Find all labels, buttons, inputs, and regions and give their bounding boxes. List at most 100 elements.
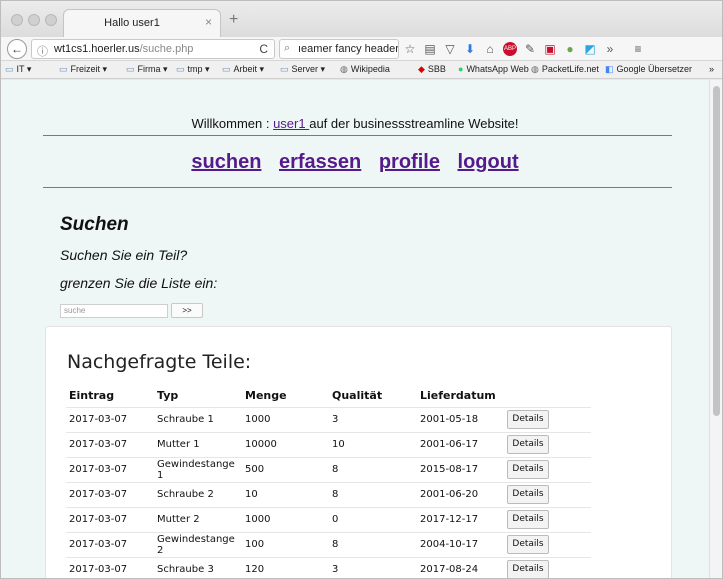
url-host: wt1cs1.hoerler.us	[54, 43, 140, 55]
folder-icon: ▭	[222, 64, 231, 74]
search-submit-button[interactable]: >>	[171, 303, 203, 318]
bookmark-star-icon[interactable]: ☆	[403, 42, 417, 56]
user-link[interactable]: user1	[273, 116, 309, 131]
tab-close-icon[interactable]: ×	[205, 15, 212, 29]
home-icon[interactable]: ⌂	[483, 42, 497, 56]
zoom-window-icon[interactable]	[45, 14, 57, 26]
bookmarks-overflow-icon[interactable]: »	[709, 64, 714, 74]
bookmark-freizeit[interactable]: ▭ Freizeit ▾	[59, 64, 107, 75]
pocket-icon[interactable]: ▽	[443, 42, 457, 56]
cell-typ: Gewindestange 1	[154, 457, 242, 483]
whatsapp-icon: ●	[458, 64, 464, 74]
browser-tab[interactable]: Hallo user1 ×	[63, 9, 221, 37]
details-button[interactable]: Details	[507, 485, 549, 504]
search-hint: grenzen Sie die Liste ein:	[60, 275, 218, 291]
info-icon[interactable]: ⓘ	[37, 43, 48, 59]
url-bar[interactable]: ⓘ wt1cs1.hoerler.us/suche.php C	[31, 39, 275, 59]
cell-actions: Details	[504, 482, 591, 508]
cell-qualitaet: 8	[329, 457, 417, 483]
reload-icon[interactable]: C	[259, 42, 268, 56]
column-header-actions	[504, 385, 591, 408]
details-button[interactable]: Details	[507, 460, 549, 479]
cell-eintrag: 2017-03-07	[66, 432, 154, 458]
search-input[interactable]: suche	[60, 304, 168, 318]
bookmark-server[interactable]: ▭ Server ▾	[280, 64, 325, 75]
bookmark-packetlife[interactable]: ◍ PacketLife.net	[531, 64, 599, 75]
cell-typ: Mutter 2	[154, 507, 242, 533]
divider	[43, 187, 672, 188]
cell-lieferdatum: 2017-12-17	[417, 507, 504, 533]
hamburger-menu-icon[interactable]: ≡	[631, 42, 645, 56]
details-button[interactable]: Details	[507, 410, 549, 429]
minimize-window-icon[interactable]	[28, 14, 40, 26]
cell-eintrag: 2017-03-07	[66, 482, 154, 508]
cell-typ: Schraube 2	[154, 482, 242, 508]
globe-icon: ◍	[531, 64, 539, 74]
bookmark-google-translate[interactable]: ◧ Google Übersetzer	[605, 64, 692, 75]
browser-search-bar[interactable]: ⌕ ıeamer fancy header →	[279, 39, 399, 59]
details-button[interactable]: Details	[507, 535, 549, 554]
cell-eintrag: 2017-03-07	[66, 532, 154, 558]
nav-logout[interactable]: logout	[458, 151, 519, 174]
nav-suchen[interactable]: suchen	[191, 151, 261, 174]
folder-icon: ▭	[59, 64, 68, 74]
details-button[interactable]: Details	[507, 435, 549, 454]
new-tab-button[interactable]: +	[229, 11, 238, 29]
bookmark-tmp[interactable]: ▭ tmp ▾	[176, 64, 210, 75]
cell-menge: 10000	[242, 432, 329, 458]
table-header-row: Eintrag Typ Menge Qualität Lieferdatum	[66, 385, 591, 408]
table-row: 2017-03-07 Gewindestange 1 500 8 2015-08…	[66, 457, 591, 483]
divider	[43, 135, 672, 136]
welcome-text: Willkommen : user1 auf der businessstrea…	[191, 116, 519, 131]
theme-icon[interactable]: ●	[563, 42, 577, 56]
close-window-icon[interactable]	[11, 14, 23, 26]
toolbar-icons: ☆ ▤ ▽ ⬇ ⌂ ABP ✎ ▣ ● ◩ » ≡	[403, 39, 645, 59]
cell-actions: Details	[504, 507, 591, 533]
cell-lieferdatum: 2015-08-17	[417, 457, 504, 483]
cell-eintrag: 2017-03-07	[66, 557, 154, 578]
toolbar-overflow-icon[interactable]: »	[603, 42, 617, 56]
bookmark-it[interactable]: ▭ IT ▾	[5, 64, 31, 75]
telegram-icon[interactable]: ◩	[583, 42, 597, 56]
cell-qualitaet: 8	[329, 532, 417, 558]
column-header-lieferdatum: Lieferdatum	[417, 385, 504, 408]
cell-actions: Details	[504, 407, 591, 433]
page-content: Willkommen : user1 auf der businessstrea…	[1, 80, 709, 578]
bookmark-sbb[interactable]: ◆ SBB	[418, 64, 446, 75]
back-button[interactable]: ←	[7, 39, 27, 59]
table-row: 2017-03-07 Gewindestange 2 100 8 2004-10…	[66, 532, 591, 558]
cell-typ: Gewindestange 2	[154, 532, 242, 558]
page-scrollbar[interactable]	[709, 80, 722, 578]
pdf-icon[interactable]: ▣	[543, 42, 557, 56]
cell-eintrag: 2017-03-07	[66, 457, 154, 483]
folder-icon: ▭	[176, 64, 185, 74]
scrollbar-thumb[interactable]	[713, 86, 720, 416]
details-button[interactable]: Details	[507, 510, 549, 529]
bookmark-arbeit[interactable]: ▭ Arbeit ▾	[222, 64, 264, 75]
nav-profile[interactable]: profile	[379, 151, 440, 174]
bookmark-whatsapp[interactable]: ● WhatsApp Web	[458, 64, 529, 74]
adblock-icon[interactable]: ABP	[503, 42, 517, 56]
cell-eintrag: 2017-03-07	[66, 407, 154, 433]
cell-actions: Details	[504, 457, 591, 483]
download-icon[interactable]: ⬇	[463, 42, 477, 56]
cell-qualitaet: 0	[329, 507, 417, 533]
column-header-eintrag: Eintrag	[66, 385, 154, 408]
cell-lieferdatum: 2004-10-17	[417, 532, 504, 558]
details-button[interactable]: Details	[507, 560, 549, 578]
cell-lieferdatum: 2001-05-18	[417, 407, 504, 433]
nav-erfassen[interactable]: erfassen	[279, 151, 361, 174]
globe-icon: ◍	[340, 64, 348, 74]
column-header-menge: Menge	[242, 385, 329, 408]
bookmark-wikipedia[interactable]: ◍ Wikipedia	[340, 64, 390, 75]
browser-search-value: ıeamer fancy header →	[298, 43, 399, 55]
bookmark-firma[interactable]: ▭ Firma ▾	[126, 64, 168, 75]
column-header-qualitaet: Qualität	[329, 385, 417, 408]
cell-actions: Details	[504, 557, 591, 578]
extension-icon[interactable]: ✎	[523, 42, 537, 56]
url-text: wt1cs1.hoerler.us/suche.php	[54, 43, 193, 55]
results-title: Nachgefragte Teile:	[67, 351, 252, 373]
reading-list-icon[interactable]: ▤	[423, 42, 437, 56]
browser-window: Hallo user1 × + ← ⓘ wt1cs1.hoerler.us/su…	[0, 0, 723, 579]
table-row: 2017-03-07 Mutter 1 10000 10 2001-06-17 …	[66, 432, 591, 458]
